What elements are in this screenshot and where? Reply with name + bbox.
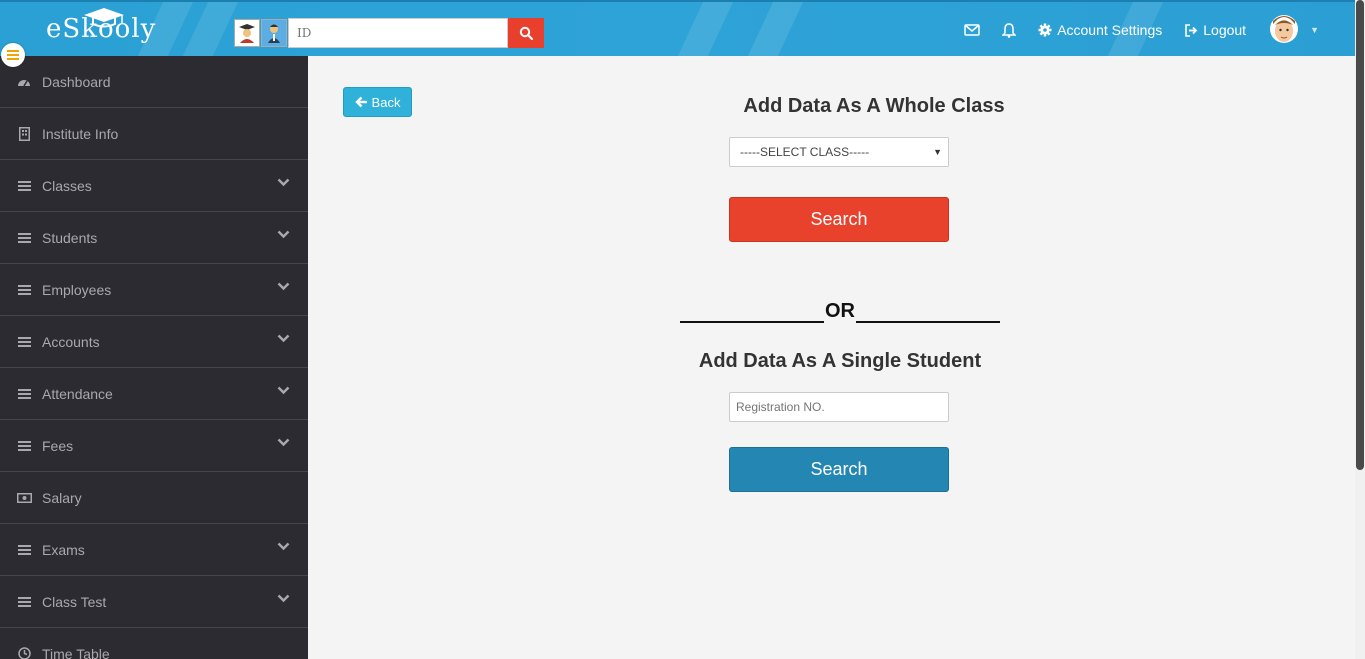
chevron-down-icon bbox=[277, 178, 290, 187]
clock-icon bbox=[16, 647, 32, 659]
class-select[interactable]: -----SELECT CLASS----- ▼ bbox=[729, 137, 949, 167]
id-search-group bbox=[234, 18, 544, 48]
sidebar-item-fees[interactable]: Fees bbox=[0, 420, 308, 472]
divider-line bbox=[856, 301, 1000, 323]
class-select-value: -----SELECT CLASS----- bbox=[740, 145, 870, 159]
top-header: eSkooly ID Account Settings Logout ▼ bbox=[0, 0, 1355, 58]
page-scrollbar[interactable] bbox=[1355, 0, 1365, 659]
account-settings-link[interactable]: Account Settings bbox=[1038, 22, 1162, 38]
back-label: Back bbox=[371, 94, 401, 110]
arrow-left-icon bbox=[354, 96, 367, 108]
notifications-button[interactable] bbox=[1002, 22, 1017, 38]
account-dropdown-caret-icon[interactable]: ▼ bbox=[1310, 25, 1319, 35]
whole-class-search-button[interactable]: Search bbox=[729, 197, 949, 242]
chevron-down-icon bbox=[277, 230, 290, 239]
sidebar-toggle-button[interactable] bbox=[1, 43, 25, 67]
or-label: OR bbox=[825, 300, 855, 322]
header-decoration bbox=[181, 2, 239, 58]
sidebar-item-students[interactable]: Students bbox=[0, 212, 308, 264]
scrollbar-thumb[interactable] bbox=[1356, 0, 1364, 470]
search-icon bbox=[519, 26, 533, 40]
sidebar-item-label: Fees bbox=[42, 437, 74, 454]
sidebar-item-label: Class Test bbox=[42, 593, 107, 610]
header-decoration bbox=[676, 2, 734, 58]
sidebar-item-exams[interactable]: Exams bbox=[0, 524, 308, 576]
sidebar-item-employees[interactable]: Employees bbox=[0, 264, 308, 316]
sidebar-item-salary[interactable]: Salary bbox=[0, 472, 308, 524]
list-icon bbox=[16, 440, 32, 451]
chevron-down-icon bbox=[277, 594, 290, 603]
list-icon bbox=[16, 388, 32, 399]
sidebar-item-label: Accounts bbox=[42, 333, 100, 350]
sidebar-item-classes[interactable]: Classes bbox=[0, 160, 308, 212]
list-icon bbox=[16, 336, 32, 347]
sidebar-item-label: Dashboard bbox=[42, 73, 111, 90]
registration-number-input[interactable] bbox=[729, 392, 949, 422]
id-input[interactable] bbox=[288, 18, 508, 48]
logout-link[interactable]: Logout bbox=[1184, 22, 1246, 38]
or-divider: OR bbox=[680, 300, 1000, 323]
sidebar-item-accounts[interactable]: Accounts bbox=[0, 316, 308, 368]
user-avatar[interactable] bbox=[1268, 12, 1300, 48]
single-student-heading: Add Data As A Single Student bbox=[698, 350, 982, 372]
sidebar-item-label: Students bbox=[42, 229, 98, 246]
dashboard-icon bbox=[16, 76, 32, 88]
account-settings-label: Account Settings bbox=[1057, 22, 1163, 38]
list-icon bbox=[16, 232, 32, 243]
id-search-button[interactable] bbox=[508, 18, 544, 48]
sidebar-item-institute-info[interactable]: Institute Info bbox=[0, 108, 308, 160]
sidebar: Dashboard Institute Info Classes Student… bbox=[0, 56, 308, 659]
sidebar-item-dashboard[interactable]: Dashboard bbox=[0, 56, 308, 108]
hamburger-icon bbox=[7, 50, 19, 60]
chevron-down-icon bbox=[277, 438, 290, 447]
student-icon bbox=[239, 24, 255, 43]
chevron-down-icon bbox=[277, 282, 290, 291]
list-icon bbox=[16, 544, 32, 555]
graduation-cap-icon bbox=[84, 8, 124, 28]
header-decoration bbox=[746, 2, 804, 58]
single-student-search-button[interactable]: Search bbox=[729, 447, 949, 492]
sidebar-item-time-table[interactable]: Time Table bbox=[0, 628, 308, 659]
top-navigation: Account Settings Logout ▼ bbox=[942, 2, 1319, 58]
whole-class-heading: Add Data As A Whole Class bbox=[743, 95, 1005, 117]
sidebar-item-label: Institute Info bbox=[42, 125, 119, 142]
sidebar-item-label: Employees bbox=[42, 281, 112, 298]
sidebar-item-label: Classes bbox=[42, 177, 92, 194]
messages-button[interactable] bbox=[964, 24, 980, 36]
employee-type-toggle[interactable] bbox=[261, 19, 287, 47]
teacher-icon bbox=[268, 24, 280, 43]
sidebar-item-attendance[interactable]: Attendance bbox=[0, 368, 308, 420]
student-type-toggle[interactable] bbox=[234, 19, 260, 47]
chevron-down-icon bbox=[277, 334, 290, 343]
money-icon bbox=[16, 492, 32, 503]
divider-line bbox=[680, 301, 824, 323]
envelope-icon bbox=[964, 24, 980, 36]
sidebar-item-label: Time Table bbox=[42, 645, 110, 659]
gear-icon bbox=[1038, 23, 1052, 37]
sidebar-item-label: Salary bbox=[42, 489, 82, 506]
list-icon bbox=[16, 284, 32, 295]
bell-icon bbox=[1002, 22, 1017, 38]
list-icon bbox=[16, 596, 32, 607]
chevron-down-icon bbox=[277, 542, 290, 551]
logout-label: Logout bbox=[1203, 22, 1247, 38]
building-icon bbox=[16, 126, 32, 141]
back-button[interactable]: Back bbox=[343, 87, 412, 117]
logout-icon bbox=[1185, 23, 1198, 37]
chevron-down-icon bbox=[277, 386, 290, 395]
dropdown-arrow-icon: ▼ bbox=[933, 147, 942, 157]
sidebar-item-label: Exams bbox=[42, 541, 85, 558]
list-icon bbox=[16, 180, 32, 191]
sidebar-item-class-test[interactable]: Class Test bbox=[0, 576, 308, 628]
sidebar-item-label: Attendance bbox=[42, 385, 113, 402]
